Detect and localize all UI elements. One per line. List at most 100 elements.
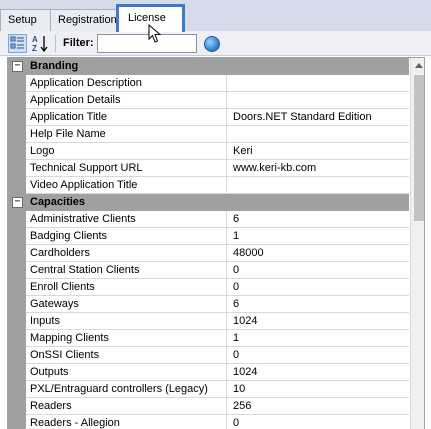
property-row[interactable]: Application Title Doors.NET Standard Edit… — [8, 109, 409, 126]
toolbar-separator — [55, 35, 56, 52]
property-name[interactable]: PXL/Entraguard controllers (Legacy) — [26, 381, 227, 398]
tab-setup[interactable]: Setup — [0, 9, 51, 31]
category-row-branding[interactable]: − Branding — [8, 58, 409, 75]
property-row[interactable]: OnSSI Clients 0 — [8, 347, 409, 364]
scrollbar-thumb[interactable] — [414, 75, 424, 221]
property-name[interactable]: OnSSI Clients — [26, 347, 227, 364]
property-row[interactable]: PXL/Entraguard controllers (Legacy) 10 — [8, 381, 409, 398]
property-value[interactable]: 0 — [227, 279, 409, 296]
property-row[interactable]: Enroll Clients 0 — [8, 279, 409, 296]
row-gutter — [8, 75, 26, 92]
property-name[interactable]: Logo — [26, 143, 227, 160]
row-gutter — [8, 279, 26, 296]
property-row[interactable]: Readers 256 — [8, 398, 409, 415]
categorized-view-button[interactable] — [8, 34, 27, 53]
row-gutter — [8, 245, 26, 262]
property-row[interactable]: Central Station Clients 0 — [8, 262, 409, 279]
categorized-view-icon — [10, 36, 24, 49]
row-gutter — [8, 415, 26, 429]
property-row[interactable]: Mapping Clients 1 — [8, 330, 409, 347]
property-row[interactable]: Logo Keri — [8, 143, 409, 160]
property-name[interactable]: Application Title — [26, 109, 227, 126]
property-name[interactable]: Administrative Clients — [26, 211, 227, 228]
property-name[interactable]: Technical Support URL — [26, 160, 227, 177]
property-value[interactable]: 1024 — [227, 313, 409, 330]
property-row[interactable]: Badging Clients 1 — [8, 228, 409, 245]
property-row[interactable]: Video Application Title — [8, 177, 409, 194]
property-value[interactable] — [227, 92, 409, 109]
tab-strip: Setup Registration License — [0, 0, 431, 32]
property-value[interactable]: 1 — [227, 228, 409, 245]
property-row[interactable]: Technical Support URL www.keri-kb.com — [8, 160, 409, 177]
row-gutter — [8, 160, 26, 177]
property-name[interactable]: Enroll Clients — [26, 279, 227, 296]
property-name[interactable]: Readers — [26, 398, 227, 415]
row-gutter — [8, 92, 26, 109]
row-gutter — [8, 126, 26, 143]
collapse-toggle-icon[interactable]: − — [12, 197, 23, 208]
collapse-toggle-icon[interactable]: − — [12, 61, 23, 72]
category-label: Branding — [30, 60, 79, 72]
property-value[interactable]: 256 — [227, 398, 409, 415]
tab-registration[interactable]: Registration — [50, 9, 118, 31]
property-value[interactable]: 10 — [227, 381, 409, 398]
property-value[interactable]: 6 — [227, 296, 409, 313]
property-name[interactable]: Gateways — [26, 296, 227, 313]
property-value[interactable]: Keri — [227, 143, 409, 160]
property-row[interactable]: Help File Name — [8, 126, 409, 143]
property-value[interactable] — [227, 75, 409, 92]
row-gutter — [8, 381, 26, 398]
property-name[interactable]: Badging Clients — [26, 228, 227, 245]
property-name[interactable]: Help File Name — [26, 126, 227, 143]
property-name[interactable]: Application Description — [26, 75, 227, 92]
property-row[interactable]: Application Description — [8, 75, 409, 92]
row-gutter — [8, 177, 26, 194]
property-value[interactable]: www.keri-kb.com — [227, 160, 409, 177]
property-row[interactable]: Application Details — [8, 92, 409, 109]
vertical-scrollbar[interactable] — [410, 58, 424, 429]
scroll-up-icon[interactable] — [415, 63, 423, 68]
row-gutter — [8, 313, 26, 330]
property-value[interactable]: 1024 — [227, 364, 409, 381]
property-value[interactable]: 0 — [227, 347, 409, 364]
property-name[interactable]: Central Station Clients — [26, 262, 227, 279]
svg-text:Z: Z — [32, 44, 37, 53]
property-value[interactable]: 6 — [227, 211, 409, 228]
property-value[interactable]: Doors.NET Standard Edition — [227, 109, 409, 126]
alphabetical-sort-button[interactable]: A Z — [31, 34, 50, 53]
row-gutter — [8, 296, 26, 313]
row-gutter — [8, 330, 26, 347]
property-name[interactable]: Cardholders — [26, 245, 227, 262]
property-row[interactable]: Administrative Clients 6 — [8, 211, 409, 228]
property-value[interactable]: 0 — [227, 415, 409, 429]
property-name[interactable]: Readers - Allegion — [26, 415, 227, 429]
filter-input[interactable] — [97, 34, 197, 53]
property-value[interactable]: 48000 — [227, 245, 409, 262]
property-name[interactable]: Application Details — [26, 92, 227, 109]
property-row[interactable]: Gateways 6 — [8, 296, 409, 313]
property-value[interactable]: 1 — [227, 330, 409, 347]
property-row[interactable]: Inputs 1024 — [8, 313, 409, 330]
property-value[interactable] — [227, 177, 409, 194]
property-name[interactable]: Video Application Title — [26, 177, 227, 194]
row-gutter — [8, 364, 26, 381]
row-gutter — [8, 143, 26, 160]
property-row[interactable]: Outputs 1024 — [8, 364, 409, 381]
sort-alphabetical-icon: A Z — [32, 35, 48, 53]
row-gutter — [8, 109, 26, 126]
property-grid: − Branding Application Description Applicat… — [7, 57, 425, 429]
row-gutter — [8, 398, 26, 415]
property-name[interactable]: Outputs — [26, 364, 227, 381]
row-gutter — [8, 228, 26, 245]
property-value[interactable]: 0 — [227, 262, 409, 279]
property-name[interactable]: Inputs — [26, 313, 227, 330]
property-name[interactable]: Mapping Clients — [26, 330, 227, 347]
property-row[interactable]: Readers - Allegion 0 — [8, 415, 409, 429]
property-value[interactable] — [227, 126, 409, 143]
filter-go-icon[interactable] — [204, 36, 220, 52]
svg-text:A: A — [32, 35, 38, 44]
category-row-capacities[interactable]: − Capacities — [8, 194, 409, 211]
row-gutter — [8, 262, 26, 279]
property-row[interactable]: Cardholders 48000 — [8, 245, 409, 262]
mouse-pointer-icon — [148, 24, 162, 43]
